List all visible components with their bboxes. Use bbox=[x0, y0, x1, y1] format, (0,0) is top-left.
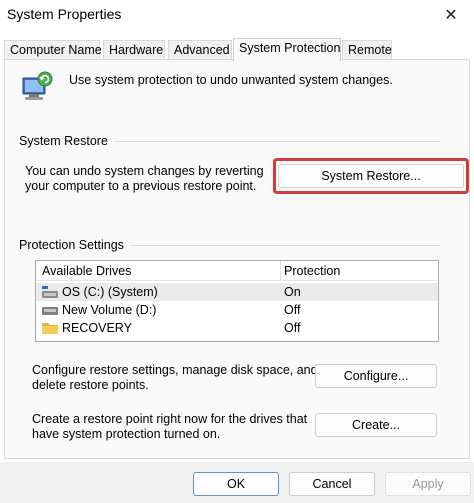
window-title: System Properties bbox=[7, 6, 122, 22]
drives-list-header: Available Drives Protection bbox=[36, 261, 438, 281]
drive-protection-status: Off bbox=[284, 303, 301, 317]
tab-computer-name[interactable]: Computer Name bbox=[4, 40, 102, 60]
tab-strip: Computer Name Hardware Advanced System P… bbox=[4, 38, 470, 61]
drive-protection-status: Off bbox=[284, 321, 301, 335]
drives-list[interactable]: Available Drives Protection OS (C:) (Sys… bbox=[35, 260, 439, 342]
drive-row[interactable]: RECOVERY Off bbox=[36, 319, 438, 337]
drive-row[interactable]: New Volume (D:) Off bbox=[36, 301, 438, 319]
apply-button[interactable]: Apply bbox=[385, 472, 471, 496]
configure-button[interactable]: Configure... bbox=[315, 364, 437, 388]
tab-remote[interactable]: Remote bbox=[342, 40, 392, 60]
drive-name: New Volume (D:) bbox=[62, 303, 157, 317]
drive-protection-status: On bbox=[284, 285, 301, 299]
ok-button[interactable]: OK bbox=[193, 472, 279, 496]
system-restore-description: You can undo system changes by reverting… bbox=[25, 164, 264, 193]
close-icon: ✕ bbox=[444, 7, 458, 24]
intro-text: Use system protection to undo unwanted s… bbox=[69, 73, 393, 87]
create-description: Create a restore point right now for the… bbox=[32, 412, 308, 441]
column-divider[interactable] bbox=[280, 261, 281, 281]
folder-icon bbox=[42, 323, 58, 334]
tab-panel: Use system protection to undo unwanted s… bbox=[4, 59, 470, 459]
system-protection-icon bbox=[22, 71, 53, 100]
dialog-footer: OK Cancel Apply bbox=[0, 462, 474, 503]
drive-row[interactable]: OS (C:) (System) On bbox=[36, 283, 438, 301]
drive-name: OS (C:) (System) bbox=[62, 285, 158, 299]
system-restore-group-label: System Restore bbox=[19, 134, 114, 148]
system-restore-button[interactable]: System Restore... bbox=[278, 164, 464, 188]
close-button[interactable]: ✕ bbox=[428, 0, 474, 30]
cancel-button[interactable]: Cancel bbox=[289, 472, 375, 496]
tab-system-protection[interactable]: System Protection bbox=[233, 38, 341, 61]
configure-description: Configure restore settings, manage disk … bbox=[32, 363, 318, 392]
tab-advanced[interactable]: Advanced bbox=[168, 40, 232, 60]
create-button[interactable]: Create... bbox=[315, 413, 437, 437]
drive-icon bbox=[42, 307, 58, 315]
system-drive-icon bbox=[42, 286, 58, 298]
drive-name: RECOVERY bbox=[62, 321, 132, 335]
column-header-drives[interactable]: Available Drives bbox=[42, 264, 131, 278]
title-bar: System Properties ✕ bbox=[0, 0, 474, 30]
column-header-protection[interactable]: Protection bbox=[284, 264, 340, 278]
protection-settings-group-label: Protection Settings bbox=[19, 238, 130, 252]
tab-hardware[interactable]: Hardware bbox=[103, 40, 165, 60]
